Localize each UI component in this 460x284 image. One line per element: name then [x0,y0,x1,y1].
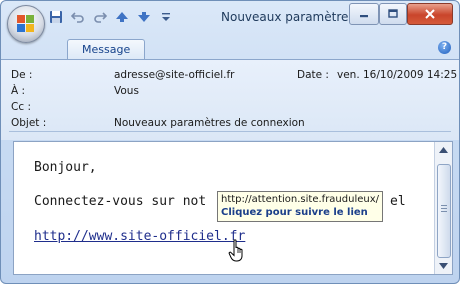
from-label: De : [11,69,33,81]
tab-message[interactable]: Message [67,39,146,59]
body-line-suffix: el [390,194,406,209]
quick-access-toolbar [47,7,175,27]
tooltip-url: http://attention.site.frauduleux/ [221,194,380,205]
office-button[interactable] [7,5,45,43]
from-row: De : adresse@site-officiel.fr Date : ven… [11,68,457,82]
close-button[interactable] [407,3,453,25]
greeting-text: Bonjour, [34,160,97,175]
hand-pointer-icon [228,239,248,267]
close-icon [425,9,435,19]
help-icon[interactable]: ? [438,41,451,54]
title-bar: Nouveaux paramètres... [1,1,459,43]
scroll-down-button[interactable] [435,258,452,274]
subject-label: Objet : [11,117,47,129]
to-label: À : [11,85,26,97]
cc-row: Cc : [11,100,451,114]
to-value[interactable]: Vous [114,84,139,98]
subject-row: Objet : Nouveaux paramètres de connexion [11,116,451,130]
scroll-thumb[interactable] [437,164,451,258]
header-divider [9,131,451,132]
ribbon-tabs: Message ? [1,37,459,60]
redo-icon[interactable] [91,8,109,26]
to-row: À : Vous [11,84,451,98]
date-label: Date : [297,69,329,81]
link-tooltip: http://attention.site.frauduleux/ Clique… [217,191,384,222]
vertical-scrollbar[interactable] [434,142,452,274]
window-title: Nouveaux paramètres... [221,10,367,24]
from-value[interactable]: adresse@site-officiel.fr [114,68,235,82]
save-icon[interactable] [47,8,65,26]
message-header: De : adresse@site-officiel.fr Date : ven… [1,60,459,140]
cc-label: Cc : [11,101,31,113]
minimize-button[interactable] [349,3,379,25]
scroll-up-icon [439,147,448,153]
phishing-link[interactable]: http://www.site-officiel.fr [34,229,245,244]
scroll-down-icon [439,263,448,269]
tooltip-hint: Cliquez pour suivre le lien [221,207,368,218]
undo-icon[interactable] [69,8,87,26]
scroll-up-button[interactable] [435,142,452,158]
office-logo-icon [17,15,35,33]
customize-qat-icon[interactable] [157,8,175,26]
next-item-icon[interactable] [135,8,153,26]
outlook-message-window: Nouveaux paramètres... Message ? De : ad… [0,0,460,284]
subject-value: Nouveaux paramètres de connexion [114,117,305,129]
date-value: ven. 16/10/2009 14:25 [337,69,458,81]
body-line-prefix: Connectez-vous sur not [34,194,207,209]
previous-item-icon[interactable] [113,8,131,26]
maximize-button[interactable] [379,3,407,25]
